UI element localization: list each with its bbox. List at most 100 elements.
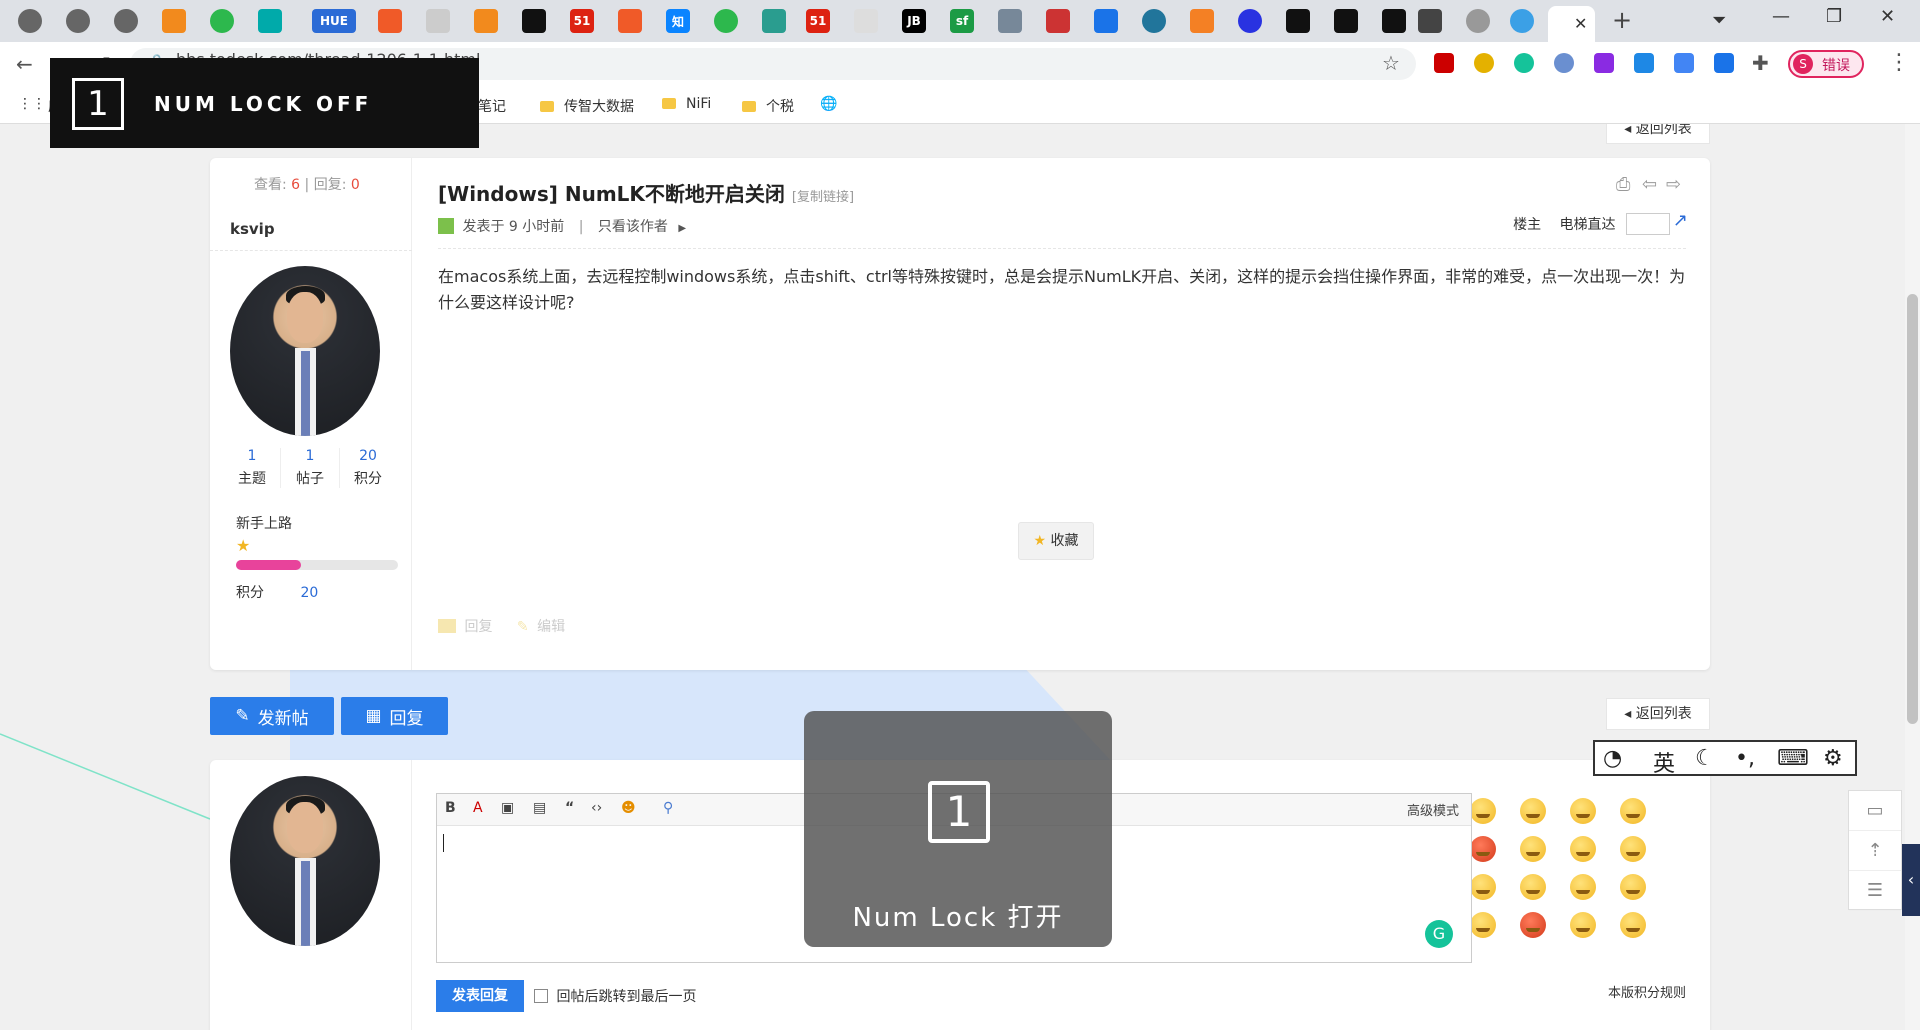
translate-icon[interactable] [1674,53,1694,73]
globe-icon[interactable]: 🌐 [820,96,837,112]
emoji-surprise-icon[interactable] [1570,836,1596,862]
active-tab[interactable]: ✕ [1548,6,1595,42]
code-icon[interactable]: ‹› [591,800,602,816]
pdf-extension-icon[interactable] [1434,53,1454,73]
image-icon[interactable]: ▣ [501,800,514,816]
menu-icon[interactable]: ⋮ [1888,50,1910,75]
prev-thread-icon[interactable]: ⇦ [1642,174,1657,195]
cloud-icon[interactable] [474,9,498,33]
grammarly-icon[interactable]: G [1425,920,1453,948]
wordpress-icon[interactable] [1142,9,1166,33]
reply-button[interactable]: ▦ 回复 [341,697,448,735]
tab-51[interactable]: 51 [806,9,830,33]
tab-favicon[interactable] [1286,9,1310,33]
stat-threads[interactable]: 1 主题 [222,448,282,488]
bookmark-folder-tax[interactable]: 个税 [742,96,794,116]
copy-link[interactable]: [复制链接] [792,190,854,205]
cloud-icon[interactable] [162,9,186,33]
back-to-top-icon[interactable]: ⇡ [1849,831,1901,871]
tab-search-icon[interactable]: ⏷ [1712,10,1726,31]
c-icon[interactable] [1418,9,1442,33]
tab-zhihu[interactable]: 知 [666,9,690,33]
minimize-icon[interactable]: — [1772,6,1790,27]
extension-icon[interactable] [1474,53,1494,73]
tab-favicon[interactable] [1046,9,1070,33]
baidu-icon[interactable] [1238,9,1262,33]
close-tab-icon[interactable]: ✕ [1574,14,1587,33]
collapse-side-tab[interactable]: ‹ [1902,844,1920,916]
attachment-image-icon[interactable]: ▤ [533,800,546,816]
return-list-button[interactable]: ◂ 返回列表 [1606,698,1710,730]
comment-icon[interactable]: ▭ [1849,791,1901,831]
emoji-smile-icon[interactable] [1470,798,1496,824]
only-author-link[interactable]: 只看该作者 [598,219,668,235]
tab-favicon[interactable] [1094,9,1118,33]
link-icon[interactable]: ⚲ [663,800,673,816]
author-rank[interactable]: 新手上路 [236,513,292,533]
ime-logo-icon[interactable]: ◔ [1603,746,1622,771]
tab-favicon[interactable] [998,9,1022,33]
avatar[interactable] [230,776,380,946]
new-tab-button[interactable]: + [1612,6,1632,34]
favorite-button[interactable]: ★ 收藏 [1018,522,1094,560]
ime-settings-icon[interactable]: ⚙ [1823,746,1843,771]
extension-icon[interactable] [1714,53,1734,73]
emoji-teeth-icon[interactable] [1620,874,1646,900]
emoji-think-icon[interactable] [1520,836,1546,862]
tab-51[interactable]: 51 [570,9,594,33]
author-name[interactable]: ksvip [230,220,275,238]
wechat-icon[interactable] [210,9,234,33]
emoji-tongue-icon[interactable] [1520,874,1546,900]
close-window-icon[interactable]: ✕ [1880,6,1895,27]
restore-icon[interactable]: ❐ [1826,6,1842,27]
bookmark-folder-bigdata[interactable]: 传智大数据 [540,96,634,116]
emoji-mad-icon[interactable] [1520,912,1546,938]
emoji-shy-icon[interactable] [1620,836,1646,862]
edit-link[interactable]: 编辑 [537,619,565,635]
tab-favicon[interactable] [1466,9,1490,33]
elevator-input[interactable] [1626,213,1670,235]
emoji-wink-icon[interactable] [1470,874,1496,900]
wechat-icon[interactable] [714,9,738,33]
bold-icon[interactable]: B [445,800,456,816]
print-icon[interactable]: ⎙ [1616,174,1630,195]
return-list-button-top[interactable]: ◂ 返回列表 [1606,124,1710,144]
rules-link[interactable]: 本版积分规则 [1608,982,1686,1001]
next-thread-icon[interactable]: ⇨ [1666,174,1681,195]
ime-punct-icon[interactable]: •, [1735,746,1755,771]
tab-jetbrains[interactable]: JB [902,9,926,33]
quote-icon[interactable]: “ [565,800,574,816]
scroll-thumb[interactable] [1907,294,1918,724]
profile-button[interactable]: S 错误 [1788,50,1864,78]
list-icon[interactable]: ☰ [1849,871,1901,911]
elevator-go-icon[interactable]: ↗ [1673,210,1688,231]
ime-keyboard-icon[interactable]: ⌨ [1777,746,1809,771]
reply-link[interactable]: 回复 [464,619,492,635]
submit-reply-button[interactable]: 发表回复 [436,980,524,1012]
tab-favicon[interactable] [854,9,878,33]
emoji-cry-icon[interactable] [1620,798,1646,824]
puzzle-icon[interactable]: ✚ [1752,51,1769,75]
tab-favicon[interactable] [1334,9,1358,33]
tab-favicon[interactable] [762,9,786,33]
advanced-mode-link[interactable]: 高级模式 [1407,800,1459,819]
bookmark-folder-nifi[interactable]: NiFi [662,96,711,112]
tab-favicon[interactable] [1382,9,1406,33]
smiley-icon[interactable]: ☻ [621,800,636,816]
emoji-smirk-icon[interactable] [1570,912,1596,938]
tab-favicon[interactable] [522,9,546,33]
grammarly-icon[interactable] [1514,53,1534,73]
emoji-doubt-icon[interactable] [1620,912,1646,938]
ime-lang-toggle[interactable]: 英 [1653,746,1675,778]
new-post-button[interactable]: ✎ 发新帖 [210,697,334,735]
font-color-icon[interactable]: A [473,800,483,816]
globe-icon[interactable] [114,9,138,33]
ime-moon-icon[interactable]: ☾ [1695,746,1715,771]
back-icon[interactable]: ← [16,52,33,76]
cloud-icon[interactable] [1510,9,1534,33]
rp-extension-icon[interactable] [1594,53,1614,73]
tab-segmentfault[interactable]: sf [950,9,974,33]
emoji-grin-icon[interactable] [1570,798,1596,824]
avatar[interactable] [230,266,380,436]
stat-posts[interactable]: 1 帖子 [280,448,340,488]
